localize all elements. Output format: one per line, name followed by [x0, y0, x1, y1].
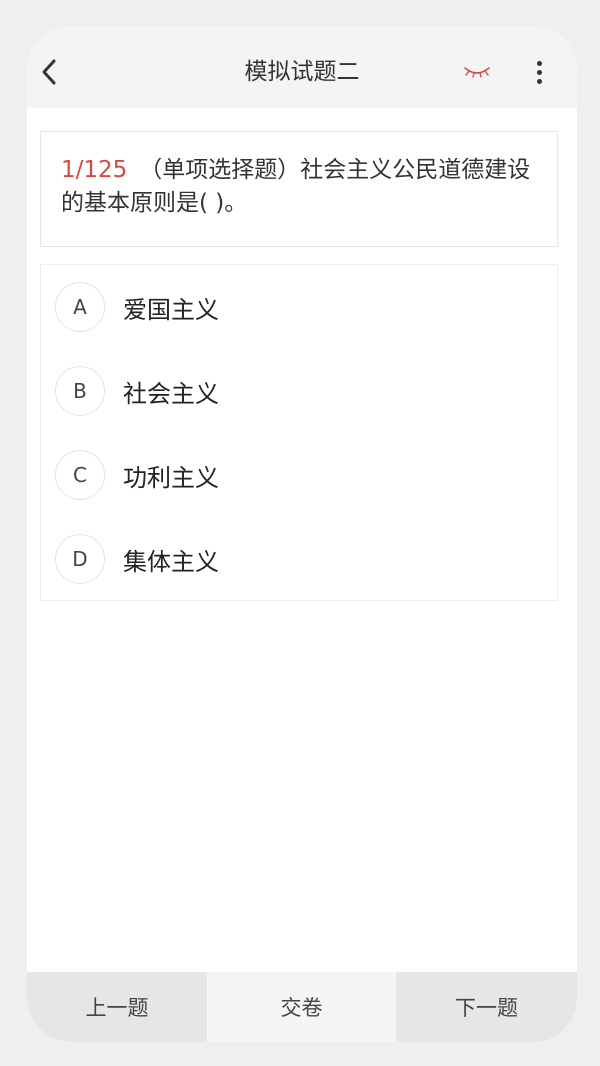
option-letter: D [55, 534, 105, 584]
next-question-button[interactable]: 下一题 [396, 972, 577, 1042]
eye-toggle-button[interactable] [461, 62, 493, 82]
app-screen: 模拟试题二 1/125 （单项选择题）社会主义公民道德建设的基本原则是( )。 A… [27, 26, 577, 1042]
option-text: 集体主义 [123, 547, 219, 576]
option-letter: B [55, 366, 105, 416]
option-text: 爱国主义 [123, 295, 219, 324]
submit-exam-button[interactable]: 交卷 [207, 972, 396, 1042]
option-a[interactable]: A 爱国主义 [55, 279, 219, 335]
option-text: 功利主义 [123, 463, 219, 492]
option-text: 社会主义 [123, 379, 219, 408]
option-letter: C [55, 450, 105, 500]
footer-bar: 上一题 交卷 下一题 [27, 972, 577, 1042]
question-stem: （单项选择题）社会主义公民道德建设的基本原则是( )。 [61, 157, 531, 216]
prev-question-button[interactable]: 上一题 [27, 972, 207, 1042]
option-c[interactable]: C 功利主义 [55, 447, 219, 503]
option-b[interactable]: B 社会主义 [55, 363, 219, 419]
question-number: 1/125 [61, 157, 128, 183]
question-card: 1/125 （单项选择题）社会主义公民道德建设的基本原则是( )。 [40, 131, 558, 247]
question-text: 1/125 （单项选择题）社会主义公民道德建设的基本原则是( )。 [61, 154, 537, 220]
more-vertical-icon [536, 78, 542, 84]
option-d[interactable]: D 集体主义 [55, 531, 219, 587]
option-letter: A [55, 282, 105, 332]
more-options-button[interactable] [527, 56, 551, 88]
more-vertical-icon [536, 60, 542, 66]
options-list: A 爱国主义 B 社会主义 C 功利主义 D 集体主义 [40, 264, 558, 601]
more-vertical-icon [536, 69, 542, 75]
eye-closed-icon [464, 67, 490, 78]
page-title: 模拟试题二 [244, 59, 360, 85]
header-bar: 模拟试题二 [27, 26, 577, 108]
